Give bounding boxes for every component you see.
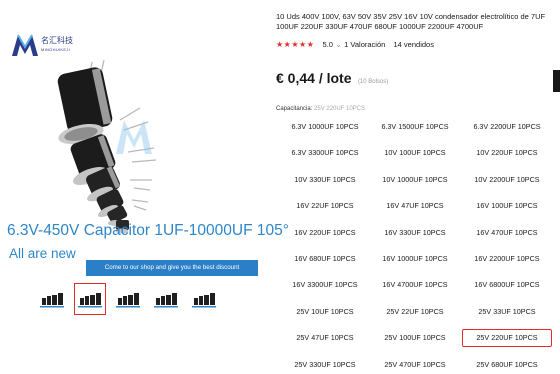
reviews-link[interactable]: 1 Valoración [344, 40, 385, 49]
variant-option[interactable]: 25V 680UF 10PCS [462, 356, 552, 374]
product-image-subheadline: All are new [9, 246, 76, 261]
variant-option[interactable]: 25V 33UF 10PCS [462, 303, 552, 321]
variant-option[interactable]: 16V 680UF 10PCS [283, 250, 367, 268]
variant-option[interactable]: 25V 470UF 10PCS [373, 356, 457, 374]
capacitor-thumbnail-icon [78, 293, 102, 308]
promo-banner: Come to our shop and give you the best d… [86, 260, 258, 276]
variant-option[interactable]: 6.3V 1000UF 10PCS [283, 118, 367, 136]
variant-option[interactable]: 6.3V 3300UF 10PCS [283, 144, 367, 162]
capacitor-thumbnail-icon [192, 293, 216, 308]
variant-option[interactable]: 16V 47UF 10PCS [373, 197, 457, 215]
variant-option[interactable]: 10V 220UF 10PCS [462, 144, 552, 162]
variant-option[interactable]: 25V 47UF 10PCS [283, 329, 367, 347]
variant-option[interactable]: 10V 1000UF 10PCS [373, 171, 457, 189]
variant-option[interactable]: 16V 330UF 10PCS [373, 224, 457, 242]
product-info: 10 Uds 400V 100V, 63V 50V 35V 25V 16V 10… [276, 0, 560, 369]
capacitor-thumbnail-icon [154, 293, 178, 308]
variant-option[interactable]: 16V 4700UF 10PCS [373, 276, 457, 294]
capacitor-large [57, 67, 113, 145]
variant-option[interactable]: 6.3V 1500UF 10PCS [373, 118, 457, 136]
variant-option[interactable]: 25V 330UF 10PCS [283, 356, 367, 374]
capacitance-label-text: Capacitancia: [276, 106, 315, 112]
price-note: (10 Bolsos) [357, 79, 389, 85]
variant-option[interactable]: 10V 330UF 10PCS [283, 171, 367, 189]
product-price: € 0,44 / lote [276, 70, 352, 86]
rating-value: 5.0 [322, 40, 333, 49]
brand-logo-mark [12, 34, 38, 56]
product-image-headline: 6.3V-450V Capacitor 1UF-10000UF 105° [7, 222, 289, 239]
variant-option[interactable]: 16V 3300UF 10PCS [283, 276, 367, 294]
capacitor-thumbnail-icon [40, 293, 64, 308]
variant-option[interactable]: 10V 2200UF 10PCS [462, 171, 552, 189]
variant-option[interactable]: 25V 100UF 10PCS [373, 329, 457, 347]
capacitor-thumbnail-icon [116, 293, 140, 308]
thumbnail-3[interactable] [112, 283, 144, 315]
thumbnail-2[interactable] [74, 283, 106, 315]
variant-option[interactable]: 16V 220UF 10PCS [283, 224, 367, 242]
variant-option[interactable]: 25V 220UF 10PCS [462, 329, 552, 348]
thumbnail-5[interactable] [188, 283, 220, 315]
product-title: 10 Uds 400V 100V, 63V 50V 35V 25V 16V 10… [276, 12, 546, 31]
variant-option[interactable]: 10V 100UF 10PCS [373, 144, 457, 162]
variant-option[interactable]: 16V 2200UF 10PCS [462, 250, 552, 268]
capacitance-label: Capacitancia: 25V 220UF 10PCS [276, 106, 365, 112]
variant-option[interactable]: 6.3V 2200UF 10PCS [462, 118, 552, 136]
variant-option[interactable]: 16V 22UF 10PCS [283, 197, 367, 215]
chevron-down-icon[interactable]: ⌄ [335, 41, 342, 49]
brand-name-en: MINGHUIKEJI [41, 47, 71, 52]
thumbnail-1[interactable] [36, 283, 68, 315]
variant-option[interactable]: 25V 10UF 10PCS [283, 303, 367, 321]
cropped-edge-element [553, 70, 560, 92]
capacitance-selected-value: 25V 220UF 10PCS [314, 106, 366, 112]
rating-stars-icon: ★★★★★ [276, 40, 315, 49]
variant-option[interactable]: 16V 100UF 10PCS [462, 197, 552, 215]
product-gallery: 名汇科技 MINGHUIKEJI 6.3V-450V Capacitor 1UF… [0, 0, 289, 367]
variant-option[interactable]: 25V 22UF 10PCS [373, 303, 457, 321]
rating-row: ★★★★★ 5.0 ⌄ 1 Valoración 14 vendidos [276, 40, 434, 49]
variant-option[interactable]: 16V 470UF 10PCS [462, 224, 552, 242]
brand-watermark [116, 120, 152, 154]
variant-option[interactable]: 16V 1000UF 10PCS [373, 250, 457, 268]
brand-name-cn: 名汇科技 [41, 36, 73, 45]
variant-option[interactable]: 16V 6800UF 10PCS [462, 276, 552, 294]
price-row: € 0,44 / lote (10 Bolsos) [276, 70, 388, 88]
sold-count: 14 vendidos [393, 40, 434, 49]
thumbnail-4[interactable] [150, 283, 182, 315]
